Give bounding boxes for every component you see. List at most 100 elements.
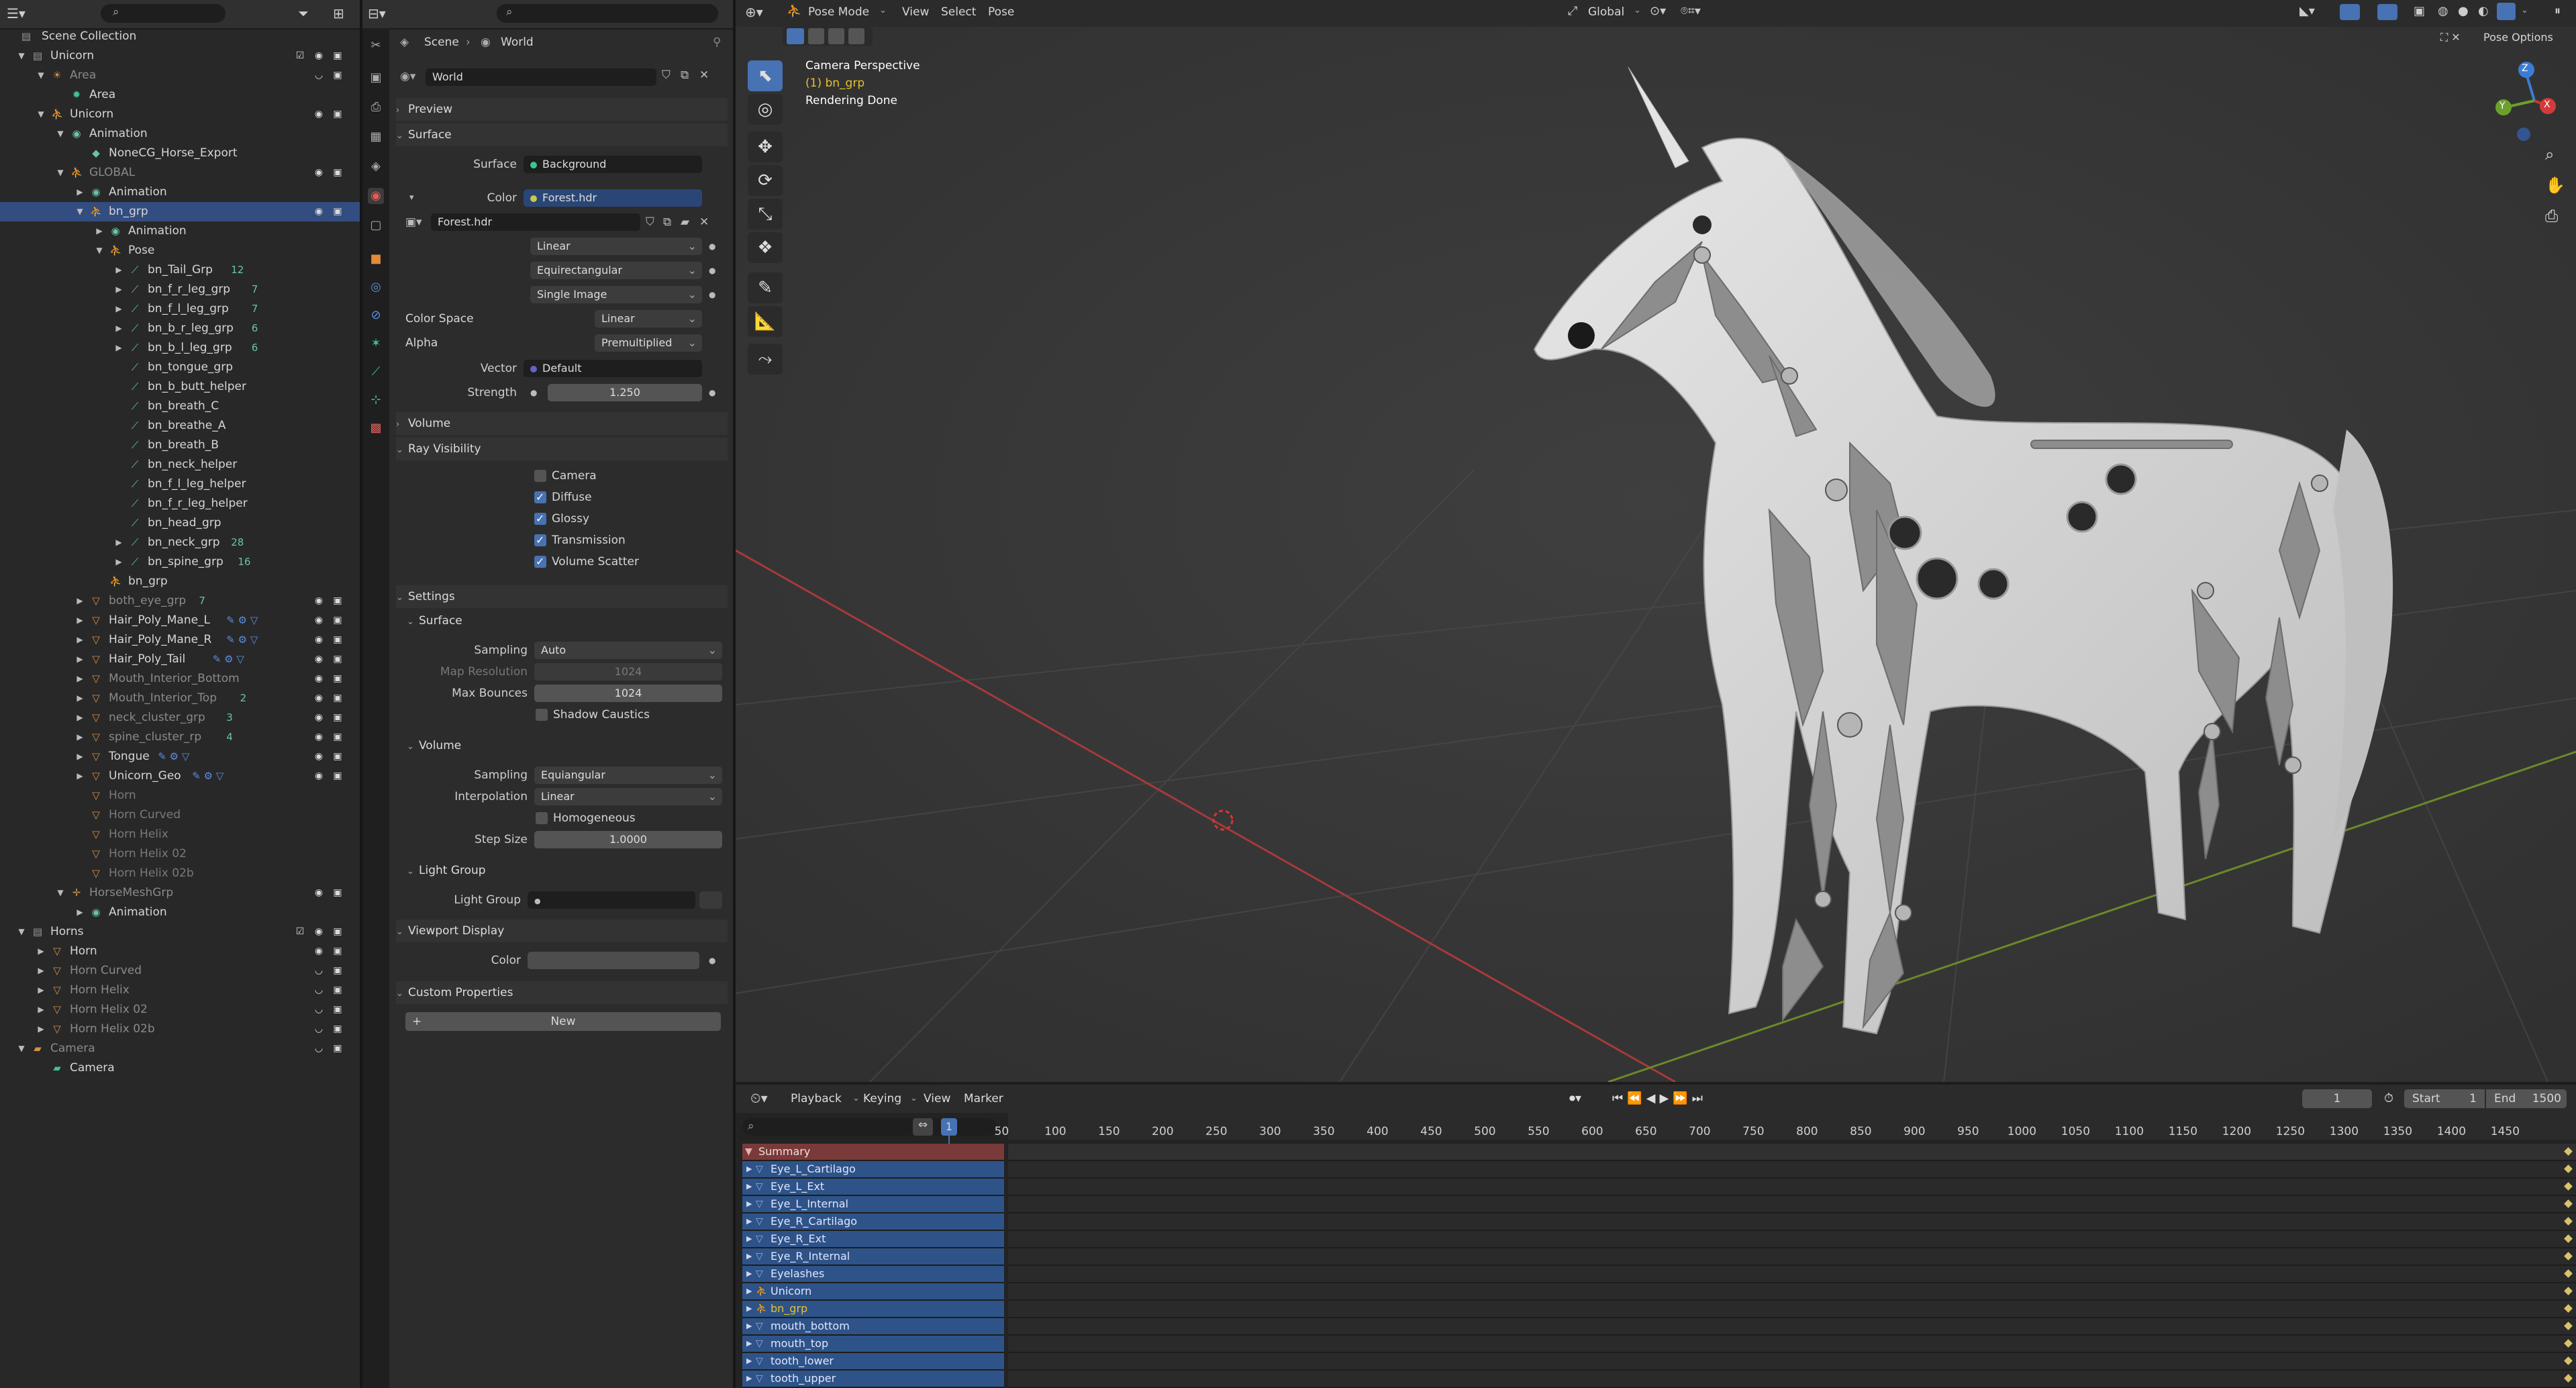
constraints-tab-icon[interactable]: ⊘ bbox=[368, 307, 384, 324]
expand-arrow-icon[interactable]: ▶ bbox=[746, 1353, 752, 1369]
color-space-dropdown[interactable]: Linear ⌄ bbox=[595, 310, 702, 328]
outliner-row[interactable]: ▶ ▽ Horn Curved ◡ ▣ bbox=[0, 961, 360, 981]
render-camera-icon[interactable]: ▣ bbox=[332, 634, 344, 646]
expand-arrow-icon[interactable]: ▶ bbox=[746, 1266, 752, 1282]
vol-interpolation-dropdown[interactable]: Linear ⌄ bbox=[534, 788, 722, 805]
playback-menu[interactable]: Playback bbox=[791, 1089, 842, 1108]
collection-checkbox-icon[interactable]: ☑ bbox=[294, 926, 306, 938]
selection-mode-buttons[interactable] bbox=[783, 27, 873, 46]
collapse-arrow-icon[interactable]: ▼ bbox=[17, 922, 26, 942]
keyframe-row[interactable] bbox=[1008, 1196, 2576, 1213]
shadow-caustics-checkbox[interactable] bbox=[536, 709, 548, 721]
strength-slider[interactable]: 1.250 bbox=[548, 384, 702, 401]
rotate-tool-icon[interactable]: ⟳ bbox=[748, 165, 783, 196]
expand-arrow-icon[interactable]: ▶ bbox=[36, 942, 46, 961]
view-menu[interactable]: View bbox=[924, 1089, 950, 1108]
end-frame-field[interactable]: End 1500 bbox=[2486, 1089, 2567, 1108]
modifier-icons[interactable]: ✎ ⚙ ▽ bbox=[213, 650, 244, 669]
expand-arrow-icon[interactable]: ▶ bbox=[75, 630, 85, 650]
keyframe-diamond[interactable] bbox=[2564, 1269, 2573, 1278]
keyframe-diamond[interactable] bbox=[2564, 1164, 2573, 1173]
keyframe-diamond[interactable] bbox=[2564, 1304, 2573, 1313]
eye-icon[interactable]: ◉ bbox=[313, 166, 325, 179]
annotate-tool-icon[interactable]: ✎ bbox=[748, 272, 783, 303]
outliner-row[interactable]: ▼ ⛹ Pose bbox=[0, 241, 360, 260]
render-camera-icon[interactable]: ▣ bbox=[332, 731, 344, 743]
collapse-arrow-icon[interactable]: ▼ bbox=[17, 1039, 26, 1058]
editor-type-icon[interactable]: ⏲▾ bbox=[750, 1090, 768, 1106]
ray-visibility-checkbox[interactable] bbox=[534, 487, 546, 507]
bone-tab-icon[interactable]: ⟋ bbox=[368, 364, 384, 380]
expand-arrow-icon[interactable]: ▶ bbox=[114, 260, 123, 280]
outliner-row[interactable]: ⟋ bn_breathe_A bbox=[0, 416, 360, 436]
image-browse-icon[interactable]: ▣▾ bbox=[405, 212, 422, 232]
outliner-row[interactable]: ▶ ▽ Horn Helix 02 ◡ ▣ bbox=[0, 1000, 360, 1020]
surface-shader-field[interactable]: Background bbox=[524, 156, 702, 173]
channel-row[interactable]: ▶ ▽ Eye_L_Cartilago bbox=[742, 1161, 1004, 1179]
cursor-tool-icon[interactable]: ◎ bbox=[748, 94, 783, 125]
editor-type-icon[interactable]: ☰▾ bbox=[7, 5, 26, 21]
render-camera-icon[interactable]: ▣ bbox=[332, 984, 344, 996]
settings-section-header[interactable]: ⌄ Settings bbox=[396, 585, 728, 608]
select-subtract-icon[interactable] bbox=[828, 28, 844, 44]
record-icon[interactable]: ⏺▾ bbox=[1569, 1089, 1581, 1108]
pose-menu[interactable]: Pose bbox=[988, 5, 1014, 19]
outliner-row[interactable]: ⟋ bn_head_grp bbox=[0, 513, 360, 533]
transform-tool-icon[interactable]: ❖ bbox=[748, 232, 783, 263]
snap-icon[interactable]: ⌾⌗▾ bbox=[1681, 4, 1701, 18]
keyframe-row[interactable] bbox=[1008, 1336, 2576, 1353]
playhead-frame-indicator[interactable]: 1 bbox=[941, 1118, 957, 1136]
render-camera-icon[interactable]: ▣ bbox=[332, 614, 344, 626]
outliner-row[interactable]: ✹ Area bbox=[0, 85, 360, 105]
keyframe-row[interactable] bbox=[1008, 1213, 2576, 1231]
outliner-row[interactable]: ▶ ▽ Unicorn_Geo ✎ ⚙ ▽ ◉ ▣ bbox=[0, 766, 360, 786]
projection-dropdown[interactable]: Equirectangular ⌄ bbox=[530, 262, 702, 279]
outliner-row[interactable]: ⟋ bn_f_r_leg_helper bbox=[0, 494, 360, 513]
sidebar-toggle-icon[interactable]: ⏸ bbox=[2555, 4, 2561, 18]
channel-row[interactable]: ▶ ▽ tooth_lower bbox=[742, 1353, 1004, 1371]
channel-row[interactable]: ▶ ▽ Eye_L_Internal bbox=[742, 1196, 1004, 1213]
unlink-icon[interactable]: ✕ bbox=[699, 68, 709, 82]
keyframe-diamond[interactable] bbox=[2564, 1339, 2573, 1348]
outliner-row[interactable]: ▶ ⟋ bn_f_r_leg_grp 7 bbox=[0, 280, 360, 299]
outliner-row[interactable]: ▶ ⟋ bn_b_r_leg_grp 6 bbox=[0, 319, 360, 338]
keyframe-row[interactable] bbox=[1008, 1231, 2576, 1248]
expand-arrow-icon[interactable]: ▶ bbox=[75, 669, 85, 689]
modifier-icons[interactable]: ✎ ⚙ ▽ bbox=[158, 747, 189, 766]
expand-arrow-icon[interactable]: ▶ bbox=[75, 611, 85, 630]
outliner-row[interactable]: ▶ ◉ Animation bbox=[0, 221, 360, 241]
interpolation-dropdown[interactable]: Linear ⌄ bbox=[530, 238, 702, 255]
ray-visibility-section-header[interactable]: ⌄ Ray Visibility bbox=[396, 438, 728, 460]
select-menu[interactable]: Select bbox=[941, 5, 976, 19]
expand-arrow-icon[interactable]: ▶ bbox=[746, 1301, 752, 1317]
view-menu[interactable]: View bbox=[902, 5, 929, 19]
keyframe-row[interactable] bbox=[1008, 1318, 2576, 1336]
expand-arrow-icon[interactable]: ▶ bbox=[746, 1196, 752, 1212]
keyframe-row[interactable] bbox=[1008, 1353, 2576, 1371]
outliner-row[interactable]: ▶ ▽ both_eye_grp 7 ◉ ▣ bbox=[0, 591, 360, 611]
properties-editor-type[interactable]: ⊟▾ bbox=[362, 0, 389, 28]
collapse-arrow-icon[interactable]: ▼ bbox=[95, 241, 104, 260]
outliner-row[interactable]: ▼ ▰ Camera ◡ ▣ bbox=[0, 1039, 360, 1058]
outliner-row[interactable]: ▶ ▽ Mouth_Interior_Bottom ◉ ▣ bbox=[0, 669, 360, 689]
pan-hand-icon[interactable]: ✋ bbox=[2545, 176, 2565, 195]
outliner-row[interactable]: ▼ ⛹ bn_grp ◉ ▣ bbox=[0, 202, 360, 221]
render-camera-icon[interactable]: ▣ bbox=[332, 166, 344, 179]
render-camera-icon[interactable]: ▣ bbox=[332, 711, 344, 724]
keyframe-diamond[interactable] bbox=[2564, 1287, 2573, 1295]
playback-controls-icon[interactable]: ⏮⏪◀▶⏩⏭ bbox=[1612, 1089, 1707, 1108]
outliner-row[interactable]: ▽ Horn Curved bbox=[0, 805, 360, 825]
gizmo-neg-z-icon[interactable] bbox=[2517, 128, 2530, 141]
modifier-icons[interactable]: ✎ ⚙ ▽ bbox=[192, 766, 224, 786]
collapse-arrow-icon[interactable]: ▼ bbox=[56, 883, 65, 903]
world-name-field[interactable]: World bbox=[426, 68, 656, 86]
keyframe-row[interactable] bbox=[1008, 1179, 2576, 1196]
outliner-row[interactable]: ⟋ bn_breath_C bbox=[0, 397, 360, 416]
expand-arrow-icon[interactable]: ▶ bbox=[75, 183, 85, 202]
eye-icon[interactable]: ◉ bbox=[313, 108, 325, 120]
expand-arrow-icon[interactable]: ▶ bbox=[114, 533, 123, 552]
outliner-row[interactable]: ⟋ bn_neck_helper bbox=[0, 455, 360, 475]
vector-input-field[interactable]: Default bbox=[524, 360, 702, 377]
eye-icon[interactable]: ◉ bbox=[313, 711, 325, 724]
outliner-row[interactable]: ▼ ✛ HorseMeshGrp ◉ ▣ bbox=[0, 883, 360, 903]
